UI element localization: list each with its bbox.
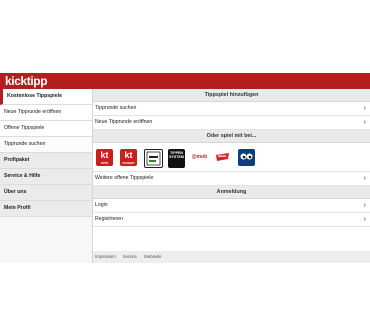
section-header-tippspiel-hinzufuegen: Tippspiel hinzufügen bbox=[93, 89, 370, 102]
red-badge-icon[interactable] bbox=[214, 149, 231, 166]
row-label: Tipprunde suchen bbox=[95, 105, 137, 111]
main-content: Tippspiel hinzufügen Tipprunde suchen › … bbox=[93, 89, 370, 263]
footer: Impressum Service Webseite bbox=[93, 251, 370, 263]
sidebar-item-neue-tipprunde[interactable]: Neue Tipprunde eröffnen bbox=[0, 105, 92, 121]
row-neue-tipprunde-eroeffnen[interactable]: Neue Tipprunde eröffnen › bbox=[93, 116, 370, 130]
sidebar-item-ueber-uns[interactable]: Über uns bbox=[0, 185, 92, 201]
tippen-icon[interactable]: TIPPEN SYSTEM bbox=[168, 149, 185, 168]
kt-app-icon-text: kt bbox=[100, 150, 109, 160]
tipp-icon-graphic bbox=[146, 151, 161, 166]
row-label: Weitere offene Tippspiele bbox=[95, 175, 154, 181]
app-window: kicktipp Kostenlose Tippspiele Neue Tipp… bbox=[0, 73, 370, 263]
chevron-right-icon: › bbox=[363, 119, 366, 126]
chevron-right-icon: › bbox=[363, 175, 366, 182]
kicktipp-logo[interactable]: kicktipp bbox=[5, 73, 48, 89]
tipp-icon[interactable] bbox=[144, 149, 163, 168]
kt-app-icon-2-text: kt bbox=[124, 150, 133, 160]
footer-link-impressum[interactable]: Impressum bbox=[95, 254, 116, 259]
sidebar-item-offene-tippspiele[interactable]: Offene Tippspiele bbox=[0, 121, 92, 137]
row-registrieren[interactable]: Registrieren › bbox=[93, 213, 370, 227]
row-tipprunde-suchen[interactable]: Tipprunde suchen › bbox=[93, 102, 370, 116]
sidebar: Kostenlose Tippspiele Neue Tipprunde erö… bbox=[0, 89, 93, 263]
kt-app-icon[interactable]: kt TIPPS bbox=[96, 149, 113, 166]
kt-app-icon-sub: TIPPS bbox=[100, 162, 109, 165]
game-icons-row: kt TIPPS kt ZOCKERY TIPPEN SYSTEM @mob bbox=[93, 143, 370, 172]
row-login[interactable]: Login › bbox=[93, 199, 370, 213]
chevron-right-icon: › bbox=[363, 105, 366, 112]
kt-app-icon-2-sub: ZOCKERY bbox=[122, 162, 135, 165]
sidebar-item-mein-profil[interactable]: Mein Profil bbox=[0, 201, 92, 217]
eyes-graphic bbox=[240, 153, 253, 160]
mob-icon-text: @mob bbox=[191, 154, 208, 160]
sidebar-item-service-hilfe[interactable]: Service & Hilfe bbox=[0, 169, 92, 185]
row-label: Registrieren bbox=[95, 216, 123, 222]
chevron-right-icon: › bbox=[363, 216, 366, 223]
chevron-right-icon: › bbox=[363, 202, 366, 209]
top-bar: kicktipp bbox=[0, 73, 370, 89]
mob-icon[interactable]: @mob bbox=[191, 149, 208, 166]
eyes-icon[interactable] bbox=[238, 149, 255, 166]
row-label: Login bbox=[95, 202, 108, 208]
sidebar-item-tipprunde-suchen[interactable]: Tipprunde suchen bbox=[0, 137, 92, 153]
footer-link-service[interactable]: Service bbox=[123, 254, 137, 259]
tippen-icon-text: TIPPEN SYSTEM bbox=[169, 151, 184, 159]
section-header-oder-spiel-mit: Oder spiel mit bei... bbox=[93, 130, 370, 143]
row-weitere-offene-tippspiele[interactable]: Weitere offene Tippspiele › bbox=[93, 172, 370, 186]
sidebar-item-kostenlose-tippspiele[interactable]: Kostenlose Tippspiele bbox=[0, 89, 92, 105]
row-label: Neue Tipprunde eröffnen bbox=[95, 119, 153, 125]
section-header-anmeldung: Anmeldung bbox=[93, 186, 370, 199]
red-badge-graphic bbox=[216, 153, 229, 161]
kt-app-icon-2[interactable]: kt ZOCKERY bbox=[120, 149, 137, 166]
sidebar-item-profipaket[interactable]: Profipaket bbox=[0, 153, 92, 169]
footer-link-webseite[interactable]: Webseite bbox=[144, 254, 161, 259]
